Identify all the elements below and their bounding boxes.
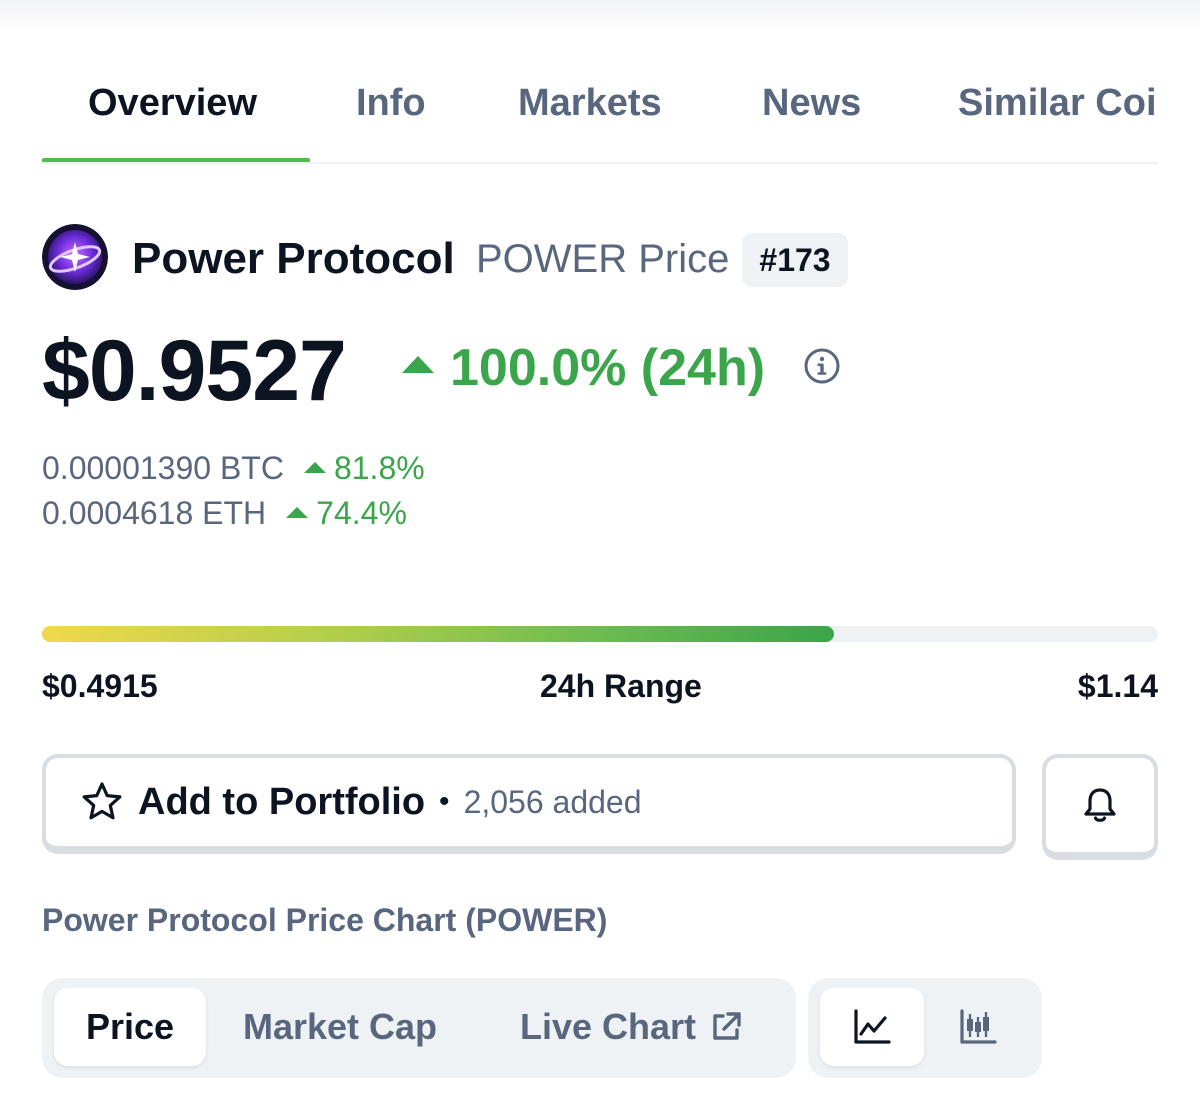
tab-overview[interactable]: Overview <box>88 82 257 125</box>
tab-price[interactable]: Price <box>54 988 206 1066</box>
portfolio-label: Add to Portfolio <box>138 780 426 823</box>
btc-change: 81.8% <box>333 450 425 486</box>
current-price: $0.9527 <box>42 323 347 419</box>
chart-type-selector <box>808 978 1042 1078</box>
coin-name: Power Protocol <box>132 234 455 283</box>
range-bar-fill <box>42 626 835 642</box>
tab-market-cap[interactable]: Market Cap <box>218 988 462 1066</box>
coin-page: Overview Info Markets News Similar Coi P… <box>0 0 1200 1107</box>
eth-change: 74.4% <box>316 495 407 531</box>
range-high: $1.14 <box>1077 668 1158 704</box>
range-bar <box>42 626 1158 642</box>
btc-up-icon <box>303 462 326 474</box>
btc-conversion: 0.00001390 BTC 81.8% <box>42 450 425 487</box>
line-chart-button[interactable] <box>820 988 924 1066</box>
range-label: 24h Range <box>540 668 702 704</box>
bell-icon <box>1084 788 1116 822</box>
portfolio-count: 2,056 added <box>463 783 642 820</box>
rank-badge: #173 <box>742 233 848 287</box>
tab-news[interactable]: News <box>762 82 861 125</box>
tab-info[interactable]: Info <box>356 82 426 125</box>
tab-similar-coins[interactable]: Similar Coi <box>958 82 1157 125</box>
candlestick-chart-button[interactable] <box>926 988 1030 1066</box>
candlestick-chart-icon <box>960 1009 997 1044</box>
tab-price-label: Price <box>85 1006 175 1047</box>
range-low: $0.4915 <box>42 668 158 704</box>
add-to-portfolio-button[interactable]: Add to Portfolio • 2,056 added <box>42 754 1016 854</box>
coin-price-label: POWER Price <box>476 237 730 281</box>
eth-conversion: 0.0004618 ETH 74.4% <box>42 495 407 532</box>
line-chart-icon <box>854 1009 891 1044</box>
eth-value: 0.0004618 ETH <box>42 495 267 531</box>
tab-markets[interactable]: Markets <box>518 82 662 125</box>
coin-logo-icon <box>42 224 108 290</box>
chart-section-title: Power Protocol Price Chart (POWER) <box>42 902 608 938</box>
separator-dot: • <box>439 785 450 818</box>
eth-up-icon <box>286 507 309 519</box>
price-up-icon <box>402 356 434 373</box>
tab-live-chart[interactable]: Live Chart <box>492 988 772 1066</box>
price-change-24h: 100.0% (24h) <box>450 339 766 397</box>
active-tab-indicator <box>42 158 310 162</box>
external-link-icon <box>713 1012 741 1040</box>
info-icon[interactable] <box>804 348 840 384</box>
btc-value: 0.00001390 BTC <box>42 450 284 486</box>
tab-bar: Overview Info Markets News Similar Coi <box>42 72 1158 164</box>
star-icon <box>82 782 122 820</box>
price-alert-button[interactable] <box>1042 754 1158 860</box>
tab-market-cap-label: Market Cap <box>242 1006 438 1047</box>
top-shadow <box>0 0 1200 30</box>
tab-live-chart-label: Live Chart <box>519 1006 697 1047</box>
chart-metric-selector: Price Market Cap Live Chart <box>42 978 796 1078</box>
